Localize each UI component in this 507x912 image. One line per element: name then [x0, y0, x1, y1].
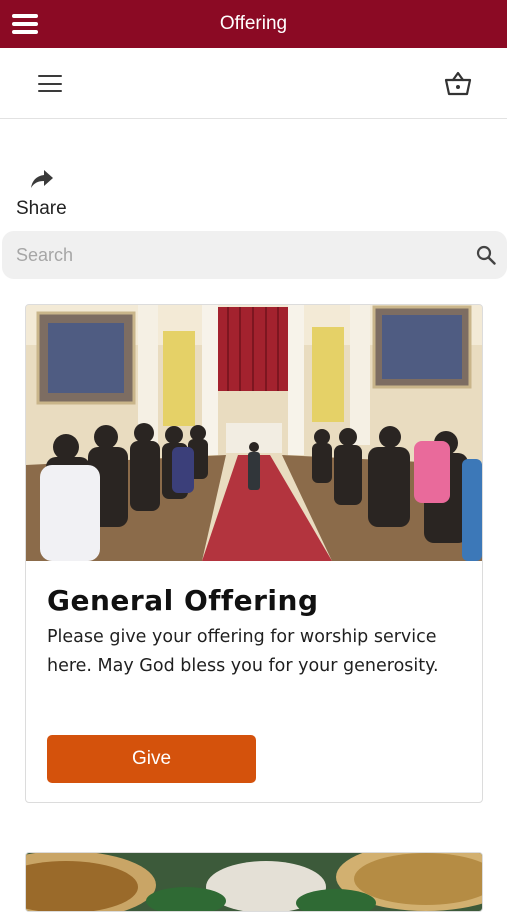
offering-card: General Offering Please give your offeri…: [25, 304, 483, 803]
page-title: Offering: [219, 13, 288, 34]
search-icon[interactable]: [476, 245, 496, 265]
hamburger-icon[interactable]: [38, 75, 62, 92]
offering-title: General Offering: [47, 584, 319, 617]
offering-card-2: [25, 852, 483, 912]
offering-description: Please give your offering for worship se…: [47, 627, 439, 676]
search-bar: [2, 231, 507, 279]
give-button[interactable]: Give: [47, 735, 256, 783]
app-header: Offering: [0, 0, 507, 48]
share-arrow-icon: [31, 170, 53, 188]
toolbar: [0, 48, 507, 119]
church-photo: [26, 305, 482, 561]
basket-icon[interactable]: [444, 70, 472, 96]
menu-icon[interactable]: [12, 12, 38, 36]
offering-photo-2: [26, 853, 482, 911]
share-label: Share: [16, 198, 67, 219]
share-button[interactable]: Share: [16, 168, 76, 222]
search-input[interactable]: [2, 231, 462, 279]
